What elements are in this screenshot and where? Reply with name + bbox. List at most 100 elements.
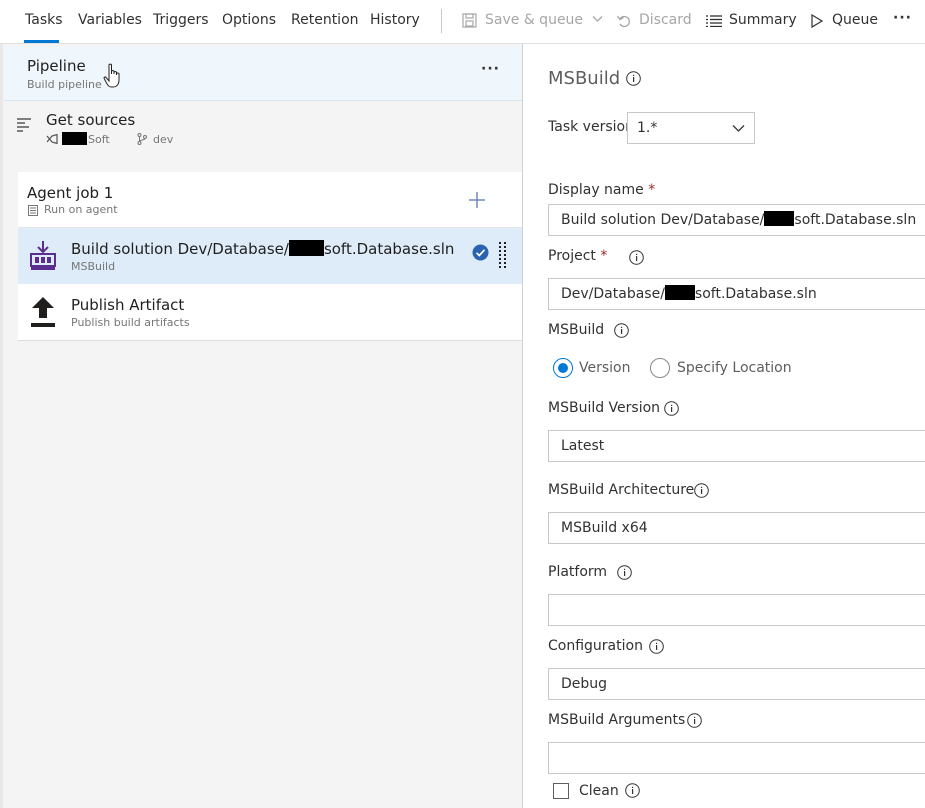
task-version-label: Task version [548,119,634,135]
display-name-suffix: soft.Database.sln [794,212,917,228]
queue-button[interactable]: Queue [811,12,878,28]
msbuild-task-title: Build solution Dev/Database/soft.Databas… [71,240,454,258]
radio-version-label: Version [579,360,631,376]
queue-label: Queue [832,12,878,28]
radio-specify-location[interactable] [650,358,670,378]
get-sources-row[interactable]: Get sources Soft dev [4,102,522,154]
repo-icon [46,134,58,144]
display-name-label: Display name * [548,182,655,198]
task-details-heading: MSBuild [548,68,621,89]
redacted-text [764,211,795,226]
tab-triggers[interactable]: Triggers [153,12,209,28]
info-icon[interactable] [687,713,702,728]
pipeline-title: Pipeline [27,57,86,75]
tab-history[interactable]: History [370,12,420,28]
summary-button[interactable]: Summary [706,12,797,28]
summary-label: Summary [729,12,797,28]
project-prefix: Dev/Database/ [561,286,665,302]
branch-name: dev [153,133,174,146]
pipeline-more-button[interactable]: ··· [481,61,500,77]
msbuild-task-title-prefix: Build solution Dev/Database/ [71,240,289,258]
save-icon [462,13,477,28]
msbuild-arguments-input[interactable] [548,742,925,774]
redacted-text [288,240,324,256]
project-suffix: soft.Database.sln [694,286,817,302]
info-icon[interactable] [626,71,641,86]
info-icon[interactable] [617,565,632,580]
repo-name-suffix: Soft [88,133,110,146]
msbuild-architecture-select[interactable]: MSBuild x64 [548,512,925,544]
display-name-prefix: Build solution Dev/Database/ [561,212,765,228]
publish-artifact-subtitle: Publish build artifacts [71,316,190,329]
msbuild-version-select[interactable]: Latest [548,430,925,462]
task-row-publish-artifact[interactable]: Publish Artifact Publish build artifacts [18,284,522,341]
play-icon [811,14,823,28]
drag-handle-icon[interactable] [499,242,507,270]
radio-specify-location-label: Specify Location [677,360,792,376]
configuration-label: Configuration [548,638,643,654]
get-sources-icon [17,118,31,132]
more-actions-button[interactable]: ··· [893,10,912,26]
enabled-check-icon [472,244,489,261]
tab-options[interactable]: Options [222,12,276,28]
chevron-down-icon [732,125,745,132]
info-icon[interactable] [649,639,664,654]
task-row-msbuild[interactable]: Build solution Dev/Database/soft.Databas… [18,228,522,284]
pipeline-row[interactable]: Pipeline Build pipeline ··· [4,46,522,101]
agent-job-title: Agent job 1 [27,184,114,202]
configuration-input[interactable]: Debug [548,668,925,700]
chevron-down-icon [592,16,602,22]
required-mark: * [648,182,656,198]
hand-cursor-icon [103,63,120,88]
msbuild-task-icon [30,241,56,270]
list-icon [706,15,722,27]
active-tab-indicator [24,40,59,43]
info-icon[interactable] [625,783,640,798]
save-queue-label: Save & queue [485,12,584,28]
redacted-repo-name [62,132,87,145]
platform-input[interactable] [548,594,925,626]
display-name-input[interactable]: Build solution Dev/Database/soft.Databas… [548,204,925,236]
tab-variables[interactable]: Variables [78,12,142,28]
upload-icon [31,297,55,327]
redacted-text [664,285,695,300]
radio-version[interactable] [553,358,573,378]
clean-label: Clean [579,783,619,799]
discard-button[interactable]: Discard [616,12,692,28]
info-icon[interactable] [614,323,629,338]
branch-icon [137,133,147,145]
clean-checkbox[interactable] [553,783,569,799]
msbuild-task-subtitle: MSBuild [71,260,116,273]
task-details-panel: MSBuild Task version 1.* Display name * … [522,44,925,808]
msbuild-section-label: MSBuild [548,322,605,338]
left-edge-strip [0,44,3,808]
project-input[interactable]: Dev/Database/soft.Database.sln [548,278,925,310]
required-mark: * [600,248,608,264]
publish-artifact-title: Publish Artifact [71,296,185,314]
task-version-value: 1.* [637,120,658,136]
task-version-select[interactable]: 1.* [627,112,755,144]
pipeline-subtitle: Build pipeline [27,78,102,91]
info-icon[interactable] [664,401,679,416]
get-sources-title: Get sources [46,111,136,129]
discard-label: Discard [639,12,692,28]
msbuild-architecture-label: MSBuild Architecture [548,482,695,498]
agent-job-subtitle: Run on agent [44,203,118,216]
pipeline-tasks-panel: Pipeline Build pipeline ··· Get sources … [0,44,522,808]
agent-job-row[interactable]: Agent job 1 Run on agent [18,172,522,228]
project-label: Project * [548,248,607,264]
msbuild-arguments-label: MSBuild Arguments [548,712,686,728]
msbuild-version-label: MSBuild Version [548,400,661,416]
server-icon [28,205,38,216]
display-name-label-text: Display name [548,182,644,198]
info-icon[interactable] [694,483,709,498]
save-queue-button[interactable]: Save & queue [462,12,602,28]
project-label-text: Project [548,248,596,264]
toolbar-divider [441,9,442,33]
platform-label: Platform [548,564,608,580]
undo-icon [616,15,630,28]
tab-retention[interactable]: Retention [291,12,359,28]
add-task-icon[interactable] [468,191,486,209]
info-icon[interactable] [629,250,644,265]
tab-tasks[interactable]: Tasks [25,12,63,28]
